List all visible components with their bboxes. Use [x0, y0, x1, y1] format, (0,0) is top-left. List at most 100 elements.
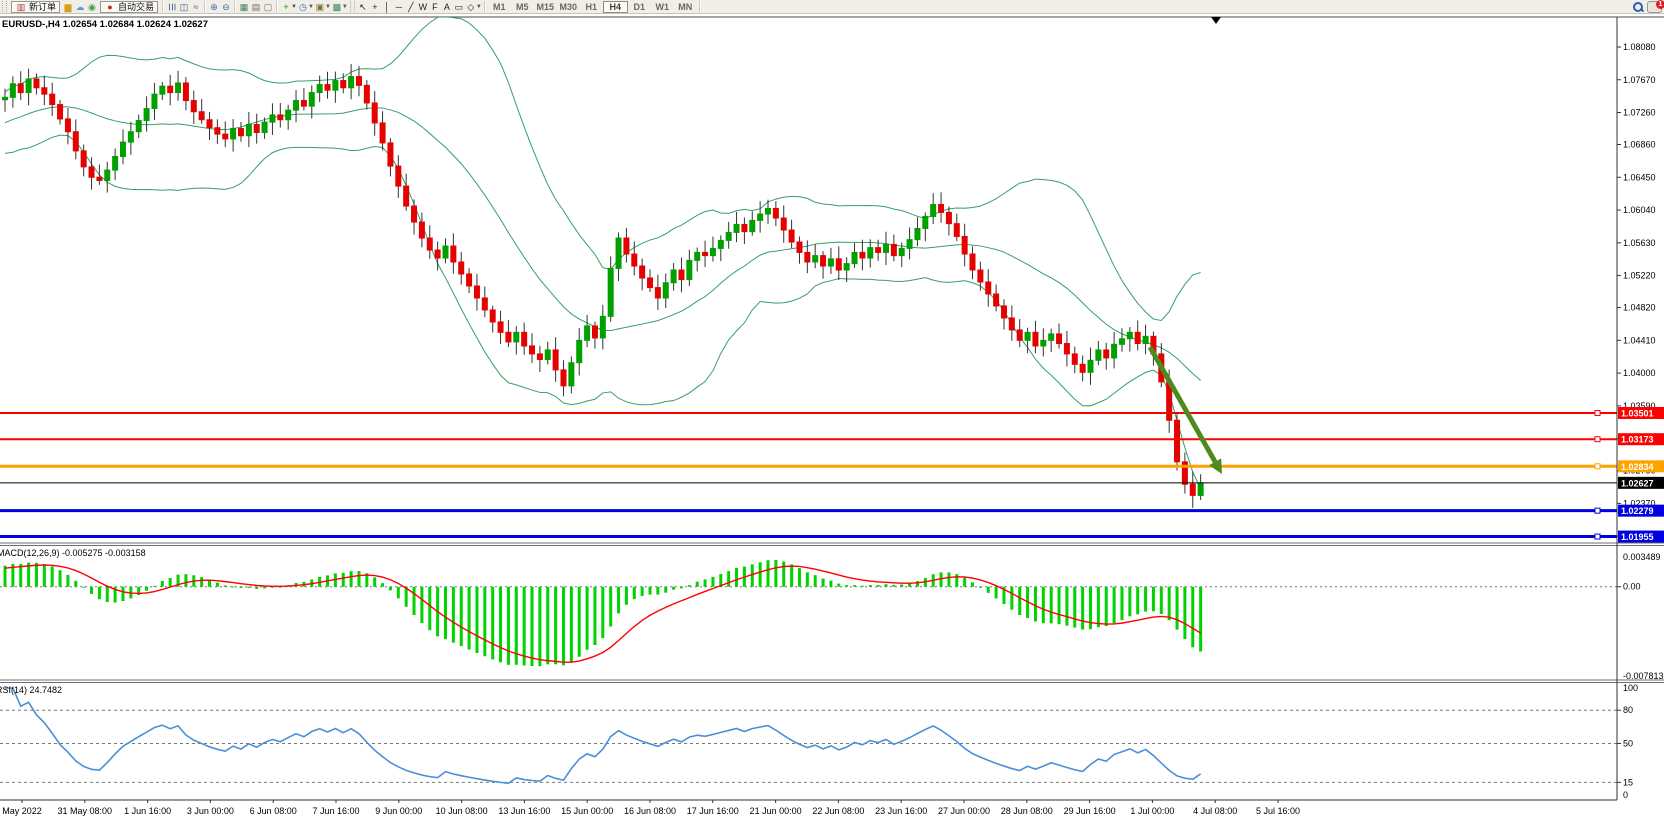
fibonacci-icon[interactable]: F — [429, 1, 441, 13]
candle-body — [50, 94, 55, 104]
candle-body — [742, 224, 747, 231]
candle-body — [176, 83, 181, 93]
timeframe-button-w1[interactable]: W1 — [651, 1, 674, 13]
macd-histogram-bar — [562, 587, 565, 666]
candle-body — [65, 119, 70, 132]
zoom-out-icon[interactable]: ⊖ — [220, 1, 232, 13]
candle-body — [710, 248, 715, 255]
candlestick-chart-icon[interactable]: ◫ — [178, 1, 190, 13]
candle-body — [254, 125, 259, 133]
line-handle[interactable] — [1595, 508, 1600, 513]
line-handle[interactable] — [1595, 534, 1600, 539]
candle-body — [506, 332, 511, 342]
dropdown-caret-icon[interactable]: ▼ — [476, 4, 482, 10]
text-tool-icon[interactable]: A — [441, 1, 453, 13]
vertical-line-icon[interactable]: │ — [381, 1, 393, 13]
cloud-icon[interactable]: ☁ — [74, 1, 86, 13]
horizontal-line-icon[interactable]: ─ — [393, 1, 405, 13]
candle-body — [994, 294, 999, 306]
candle-body — [128, 132, 133, 142]
autotrading-button[interactable]: ● 自动交易 — [100, 1, 158, 13]
chat-icon[interactable]: 1 — [1647, 1, 1662, 13]
macd-histogram-bar — [413, 587, 416, 615]
candle-body — [372, 103, 377, 123]
timeframe-button-mn[interactable]: MN — [674, 1, 697, 13]
search-icon[interactable] — [1633, 2, 1643, 12]
macd-axis-max-label: 0.003489 — [1623, 552, 1661, 562]
line-handle[interactable] — [1595, 464, 1600, 469]
candle-body — [231, 129, 236, 139]
tile-windows-icon[interactable]: ▦ — [238, 1, 250, 13]
macd-histogram-bar — [452, 587, 455, 643]
signals-icon[interactable]: ◉ — [86, 1, 98, 13]
macd-histogram-bar — [995, 587, 998, 599]
cursor-icon[interactable]: ↖ — [357, 1, 369, 13]
macd-histogram-bar — [200, 577, 203, 587]
elliott-wave-icon[interactable]: W — [417, 1, 429, 13]
timeframe-button-h1[interactable]: H1 — [580, 1, 603, 13]
macd-histogram-bar — [814, 575, 817, 587]
timeframe-button-m5[interactable]: M5 — [511, 1, 534, 13]
time-axis-label: 6 Jun 08:00 — [250, 806, 297, 816]
macd-histogram-bar — [649, 587, 652, 595]
candle-body — [923, 216, 928, 228]
macd-histogram-bar — [483, 587, 486, 657]
candle-body — [223, 134, 228, 139]
rectangle-tool-icon[interactable]: ▭ — [453, 1, 465, 13]
timeframe-button-m1[interactable]: M1 — [488, 1, 511, 13]
candle-body — [797, 242, 802, 252]
timeframe-button-m30[interactable]: M30 — [557, 1, 580, 13]
macd-histogram-bar — [711, 577, 714, 587]
dropdown-caret-icon[interactable]: ▼ — [342, 4, 348, 10]
candle-body — [1064, 344, 1069, 354]
gold-bar-icon[interactable]: ▆ — [62, 1, 74, 13]
zoom-in-icon[interactable]: ⊕ — [208, 1, 220, 13]
time-axis-label: 17 Jun 16:00 — [687, 806, 739, 816]
candle-body — [309, 93, 314, 107]
candle-body — [89, 167, 94, 177]
macd-histogram-bar — [688, 585, 691, 587]
macd-histogram-bar — [798, 568, 801, 587]
candle-body — [3, 97, 8, 99]
price-chart-canvas[interactable]: 1.080801.076701.072601.068601.064501.060… — [0, 0, 1664, 824]
candle-body — [789, 230, 794, 242]
arrange-windows-icon[interactable]: ▤ — [250, 1, 262, 13]
time-axis-label: May 2022 — [2, 806, 42, 816]
macd-histogram-bar — [531, 587, 534, 666]
candle-body — [160, 86, 165, 94]
timeframe-button-m15[interactable]: M15 — [534, 1, 557, 13]
macd-histogram-bar — [468, 587, 471, 650]
macd-histogram-bar — [90, 587, 93, 594]
candle-body — [333, 81, 338, 91]
macd-histogram-bar — [704, 579, 707, 586]
price-axis-label: 1.07670 — [1623, 75, 1656, 85]
macd-histogram-bar — [381, 583, 384, 587]
candle-body — [482, 298, 487, 310]
price-axis-label: 1.07260 — [1623, 108, 1656, 118]
bar-chart-icon[interactable]: ☰ — [166, 1, 178, 13]
price-tag-label: 1.02279 — [1621, 506, 1654, 516]
line-chart-icon[interactable]: ≈ — [190, 1, 202, 13]
trendline-icon[interactable]: ╱ — [405, 1, 417, 13]
price-axis-label: 1.06450 — [1623, 172, 1656, 182]
new-order-button[interactable]: ▥ 新订单 — [11, 1, 60, 13]
candle-body — [868, 248, 873, 258]
candle-body — [364, 85, 369, 103]
price-axis-label: 1.04820 — [1623, 303, 1656, 313]
candle-body — [183, 83, 188, 101]
candle-body — [490, 310, 495, 322]
macd-histogram-bar — [1113, 587, 1116, 624]
time-axis-label: 1 Jul 00:00 — [1130, 806, 1174, 816]
timeframe-button-h4[interactable]: H4 — [603, 1, 628, 13]
candle-body — [380, 123, 385, 143]
candle-body — [821, 256, 826, 266]
timeframe-button-d1[interactable]: D1 — [628, 1, 651, 13]
cascade-windows-icon[interactable]: ▢ — [262, 1, 274, 13]
time-axis-label: 21 Jun 00:00 — [750, 806, 802, 816]
line-handle[interactable] — [1595, 410, 1600, 415]
macd-histogram-bar — [405, 587, 408, 607]
macd-axis-zero-label: 0.00 — [1623, 582, 1641, 592]
line-handle[interactable] — [1595, 437, 1600, 442]
candle-body — [876, 248, 881, 253]
crosshair-icon[interactable]: + — [369, 1, 381, 13]
